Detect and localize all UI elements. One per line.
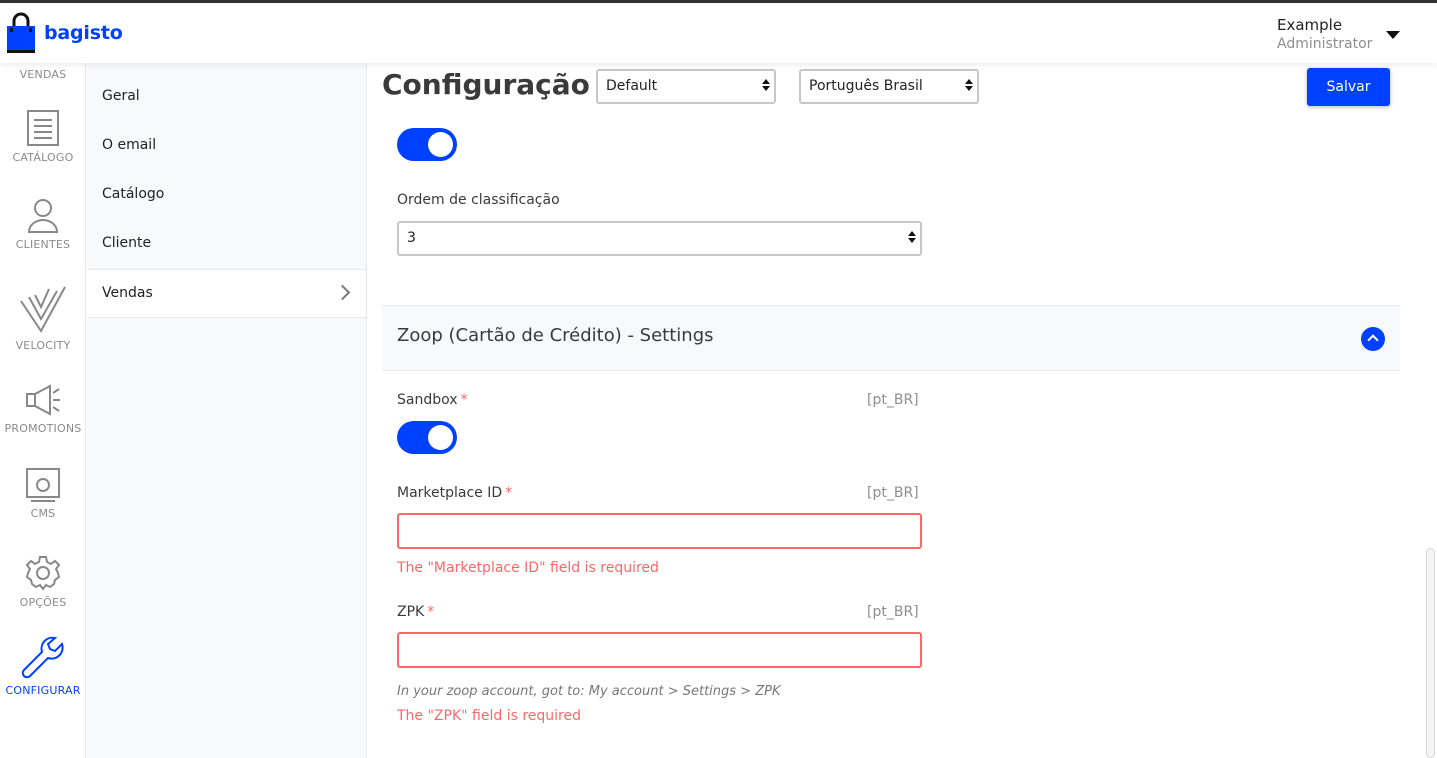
sort-order-label: Ordem de classificação [397, 192, 560, 208]
nav-item-cms[interactable]: CMS [0, 467, 86, 520]
select-arrows-icon [965, 79, 973, 91]
gear-icon [25, 556, 61, 591]
required-marker: * [505, 485, 513, 501]
sandbox-label-text: Sandbox [397, 392, 458, 408]
required-marker: * [427, 604, 435, 620]
sort-order-select[interactable]: 3 [397, 221, 922, 256]
zpk-hint: In your zoop account, got to: My account… [397, 684, 781, 699]
config-subnav: Geral O email Catálogo Cliente Vendas [87, 63, 367, 758]
velocity-icon [20, 286, 66, 333]
zpk-error: The "ZPK" field is required [397, 708, 581, 724]
select-arrows-icon [762, 79, 770, 91]
sandbox-label: Sandbox * [397, 392, 468, 408]
zpk-label: ZPK * [397, 604, 434, 620]
sandbox-locale: [pt_BR] [867, 392, 919, 408]
logo[interactable]: bagisto [6, 12, 123, 54]
required-marker: * [460, 392, 468, 408]
user-role: Administrator [1277, 36, 1373, 52]
marketplace-id-label: Marketplace ID * [397, 485, 512, 501]
marketplace-id-input[interactable] [397, 513, 922, 549]
select-arrows-icon [908, 231, 916, 243]
subnav-item-catalogo[interactable]: Catálogo [87, 170, 366, 219]
subnav-item-vendas[interactable]: Vendas [87, 269, 366, 318]
page-scrollbar[interactable] [1426, 548, 1435, 758]
marketplace-id-error: The "Marketplace ID" field is required [397, 560, 659, 576]
caret-down-icon[interactable] [1386, 31, 1400, 39]
toggle-knob [428, 425, 453, 450]
active-toggle[interactable] [397, 128, 457, 161]
brand-name: bagisto [44, 22, 123, 44]
channel-select[interactable]: Default [596, 69, 776, 104]
nav-label: CATÁLOGO [12, 151, 74, 164]
nav-item-clientes[interactable]: CLIENTES [0, 196, 86, 251]
nav-label: VELOCITY [15, 339, 71, 352]
page-title: Configuração [382, 68, 590, 101]
nav-item-catalogo[interactable]: CATÁLOGO [0, 109, 86, 164]
zpk-label-text: ZPK [397, 604, 425, 620]
customer-icon [27, 199, 59, 233]
nav-label: CLIENTES [15, 238, 71, 251]
nav-item-opcoes[interactable]: OPÇÕES [0, 554, 86, 609]
section-title: Zoop (Cartão de Crédito) - Settings [397, 325, 714, 346]
locale-select[interactable]: Português Brasil [799, 69, 979, 104]
subnav-item-cliente[interactable]: Cliente [87, 219, 366, 268]
nav-item-promotions[interactable]: PROMOTIONS [0, 382, 86, 435]
channel-select-value: Default [606, 78, 658, 94]
subnav-item-email[interactable]: O email [87, 121, 366, 170]
catalog-icon [27, 110, 59, 146]
zpk-input[interactable] [397, 632, 922, 668]
sandbox-toggle[interactable] [397, 421, 457, 454]
nav-label: PROMOTIONS [4, 422, 82, 435]
nav-item-configurar[interactable]: CONFIGURAR [0, 636, 86, 697]
toggle-knob [428, 132, 453, 157]
chevron-up-icon[interactable] [1361, 327, 1385, 351]
chevron-right-icon [334, 284, 351, 301]
marketplace-id-label-text: Marketplace ID [397, 485, 503, 501]
nav-item-velocity[interactable]: VELOCITY [0, 285, 86, 352]
nav-label: CONFIGURAR [5, 684, 81, 697]
subnav-item-geral[interactable]: Geral [87, 72, 366, 121]
nav-label: CMS [30, 507, 56, 520]
user-name: Example [1277, 16, 1343, 34]
nav-label: VENDAS [19, 68, 67, 81]
locale-select-value: Português Brasil [809, 78, 923, 94]
zoop-section-header[interactable]: Zoop (Cartão de Crédito) - Settings [382, 305, 1400, 371]
app-header: bagisto Example Administrator [0, 3, 1437, 63]
main-nav: VENDAS CATÁLOGO CLIENTES VELOCITY PROMOT… [0, 63, 86, 758]
subnav-item-label: Vendas [102, 285, 153, 301]
marketplace-id-locale: [pt_BR] [867, 485, 919, 501]
nav-label: OPÇÕES [19, 596, 67, 609]
cms-icon [26, 468, 60, 502]
nav-item-vendas[interactable]: VENDAS [0, 68, 86, 81]
wrench-icon [21, 636, 64, 679]
zpk-locale: [pt_BR] [867, 604, 919, 620]
save-button[interactable]: Salvar [1307, 68, 1390, 106]
sort-order-value: 3 [407, 230, 416, 246]
shopping-bag-icon [7, 12, 35, 53]
user-menu[interactable]: Example Administrator [1277, 16, 1372, 52]
megaphone-icon [26, 384, 60, 416]
